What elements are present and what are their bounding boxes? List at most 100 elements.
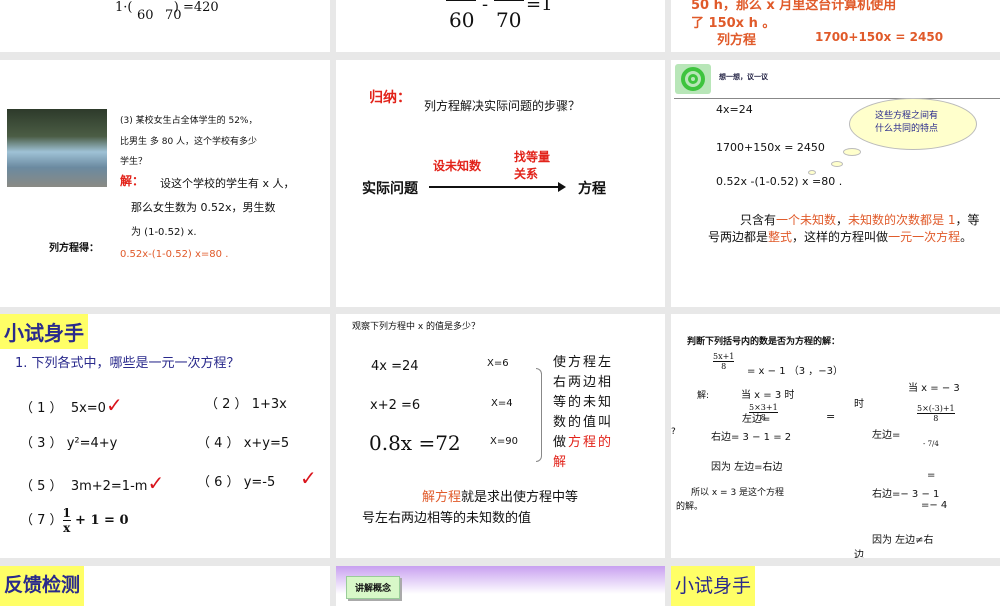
solution-line: 为 (1-0.52) x. — [131, 227, 197, 238]
brace-text: 使方程左 右两边相 等的未知 数的值叫 做方程的 解 — [553, 353, 613, 473]
text: 做 — [553, 435, 569, 450]
arrow-head — [558, 182, 566, 192]
text: 右边= 3 − 1 = 2 — [711, 432, 792, 443]
item-number: （ 3 ） — [20, 436, 63, 451]
minus: - — [482, 0, 489, 15]
bubble-dot — [808, 170, 816, 175]
text: = — [826, 410, 836, 423]
text: =− 4 — [921, 500, 948, 511]
text: = — [927, 470, 936, 481]
fraction-bar — [494, 0, 524, 1]
item-number: （ 4 ） — [197, 436, 240, 451]
equation: 0.52x-(1-0.52) x=80 . — [120, 249, 229, 260]
text: ? — [671, 427, 676, 437]
slide-thumbnail-1[interactable]: 1·( ) =420 60 70 — [0, 0, 330, 52]
highlight: 未知数的次数都 — [848, 213, 933, 227]
fraction: 5x+1 8 — [713, 352, 735, 371]
item-expression: y²=4+y — [66, 436, 118, 451]
item-expression: 1+3x — [251, 397, 287, 412]
denominator: 70 — [496, 8, 522, 32]
question: 判断下列括号内的数是否为方程的解： — [687, 337, 841, 347]
check-icon: ✓ — [105, 393, 123, 417]
numerator: 5×(-3)+1 — [917, 404, 955, 414]
text: 等的未知 — [553, 395, 614, 410]
equation: 4x =24 — [371, 359, 419, 374]
item-expression: 3m+2=1-m — [70, 479, 148, 494]
slide-thumbnail-7[interactable]: 小试身手 1. 下列各式中，哪些是一元一次方程？ （ 1 ） 5x=0✓ （ 2… — [0, 314, 330, 558]
text: 因为 左边≠右 — [872, 535, 934, 546]
highlight: 方程的 — [568, 435, 614, 450]
equation: 4x=24 — [716, 103, 753, 116]
title: 归纳： — [369, 90, 411, 106]
question: 观察下列方程中 x 的值是多少？ — [352, 322, 481, 332]
header: 想一想，议一议 — [719, 73, 768, 81]
question: 列方程解决实际问题的步骤？ — [424, 99, 581, 113]
text: 时 — [854, 399, 864, 410]
text: 边 — [854, 550, 864, 558]
item-number: （ 6 ） — [197, 475, 240, 490]
item: （ 2 ） 1+3x — [205, 393, 287, 412]
label: 列方程 — [717, 33, 757, 48]
item-number: （ 2 ） — [205, 397, 248, 412]
slide-thumbnail-10[interactable]: 反馈检测 — [0, 566, 330, 606]
text: 当 x = 3 时 — [741, 390, 795, 401]
concept-label: 讲解概念 — [346, 576, 401, 599]
item-number: （ 5 ） — [20, 479, 63, 494]
highlight: 整式 — [768, 230, 793, 244]
bubble-text: 这些方程之间有 — [875, 111, 939, 121]
denominator: 8 — [933, 414, 939, 423]
question: 1. 下列各式中，哪些是一元一次方程？ — [15, 356, 240, 371]
check-icon: ✓ — [147, 471, 165, 495]
divider — [674, 98, 1000, 99]
denominator: 60 — [449, 8, 475, 32]
fraction: 1x — [62, 506, 71, 535]
item-expression: y=-5 — [243, 475, 276, 490]
slide-thumbnail-3[interactable]: 50 h，那么 x 月里这台计算机使用 了 150x h 。 列方程 1700+… — [671, 0, 1000, 52]
item: （ 4 ） x+y=5 — [197, 432, 289, 451]
slide-thumbnail-11[interactable]: 讲解概念 — [336, 566, 665, 606]
equation: 1700+150x = 2450 — [716, 141, 825, 154]
fraction: 5×(-3)+1 8 — [917, 404, 955, 423]
slide-thumbnail-8[interactable]: 观察下列方程中 x 的值是多少？ 4x =24 x+2 =6 0.8x =72 … — [336, 314, 665, 558]
text: ，这样的方程叫 — [792, 230, 877, 244]
item-number: （ 7 ） — [20, 513, 63, 528]
label: 列方程得： — [49, 243, 99, 254]
text: ， — [836, 213, 849, 227]
solution: X=4 — [491, 398, 513, 409]
end-label: 方程 — [578, 181, 606, 197]
item: （ 1 ） 5x=0✓ — [20, 393, 123, 417]
equation: 1700+150x = 2450 — [815, 30, 944, 44]
slide-thumbnail-5[interactable]: 归纳： 列方程解决实际问题的步骤？ 设未知数 找等量 关系 实际问题 方程 — [336, 60, 665, 307]
arrow — [429, 186, 559, 188]
numerator: 5x+1 — [713, 352, 735, 362]
brace — [536, 368, 542, 462]
text: 当 x = − 3 — [908, 383, 960, 394]
text: 右边=− 3 − 1 — [872, 489, 940, 500]
start-label: 实际问题 — [362, 181, 418, 197]
rhs: =1 — [526, 0, 553, 15]
bubble-dot — [843, 148, 861, 156]
slide-thumbnail-6[interactable]: 想一想，议一议 4x=24 1700+150x = 2450 0.52x -(1… — [671, 60, 1000, 307]
text: 。 — [960, 230, 973, 244]
highlight: 一个未知数 — [776, 213, 837, 227]
slide-thumbnail-12[interactable]: 小试身手 — [671, 566, 1000, 606]
slide-thumbnail-9[interactable]: 判断下列括号内的数是否为方程的解： 5x+1 8 = x − 1 （3 ，−3） … — [671, 314, 1000, 558]
equation: = x − 1 （3 ，−3） — [747, 366, 844, 377]
solution-line: 那么女生数为 0.52x，男生数 — [131, 201, 276, 214]
text: 因为 左边=右边 — [711, 462, 783, 473]
item: （ 3 ） y²=4+y — [20, 432, 117, 451]
question-line: 学生？ — [120, 157, 148, 167]
highlight: 解方程 — [422, 490, 462, 505]
slide-thumbnail-4[interactable]: (3) 某校女生占全体学生的 52%， 比男生 多 80 人，这个学校有多少 学… — [0, 60, 330, 307]
item-number: （ 1 ） — [20, 401, 63, 416]
fraction-bar — [446, 0, 476, 1]
item-expression: + 1 = 0 — [75, 513, 129, 528]
denominator: 60 — [137, 8, 154, 23]
text: 的解。 — [676, 502, 704, 512]
step-label: 关系 — [514, 167, 539, 181]
step-label: 设未知数 — [433, 159, 482, 173]
highlight: 解 — [553, 455, 569, 470]
text: 使方程左 — [553, 355, 614, 370]
equation: 0.52x -(1-0.52) x =80 . — [716, 175, 843, 188]
slide-thumbnail-2[interactable]: 60 - 70 =1 — [336, 0, 665, 52]
